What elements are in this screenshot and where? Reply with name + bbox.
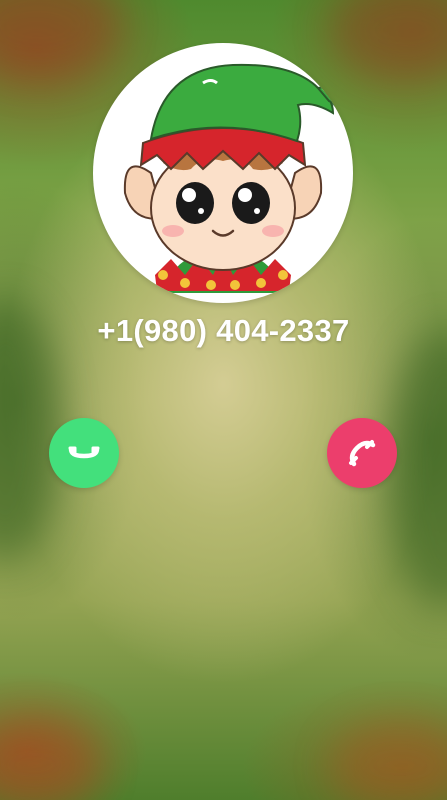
decline-call-button[interactable] (327, 418, 397, 488)
incoming-call-screen: +1(980) 404-2337 (0, 0, 447, 800)
accept-call-button[interactable] (49, 418, 119, 488)
caller-avatar (93, 43, 353, 303)
elf-character-avatar (123, 63, 343, 293)
caller-number: +1(980) 404-2337 (97, 313, 350, 348)
background-blur (0, 0, 120, 80)
background-blur (390, 330, 447, 610)
background-blur (0, 720, 100, 800)
background-blur (330, 720, 447, 800)
background-blur (330, 0, 447, 80)
phone-handset-icon (349, 440, 376, 467)
phone-handset-icon (68, 446, 100, 459)
